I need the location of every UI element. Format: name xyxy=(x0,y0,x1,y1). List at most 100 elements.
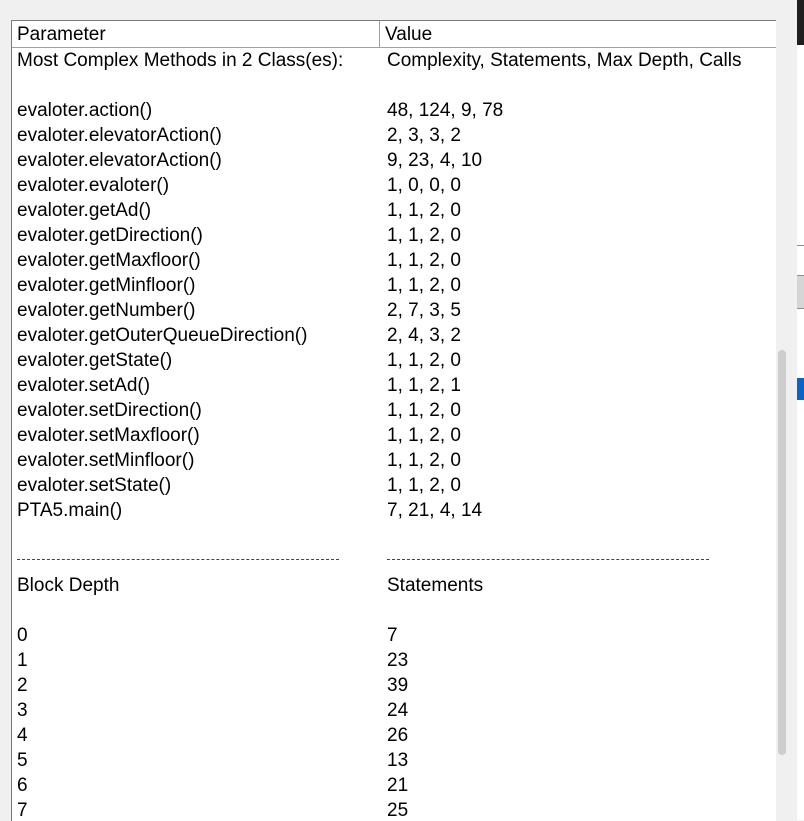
table-header: Parameter Value xyxy=(12,21,776,48)
method-metrics: 9, 23, 4, 10 xyxy=(387,150,483,171)
table-row[interactable]: 6 21 xyxy=(12,773,776,798)
method-list: evaloter.action() 48, 124, 9, 78 evaloter.… xyxy=(12,98,776,523)
statement-count: 24 xyxy=(387,700,409,721)
summary-value: Complexity, Statements, Max Depth, Calls xyxy=(387,50,742,71)
table-row[interactable]: evaloter.setState() 1, 1, 2, 0 xyxy=(12,473,776,498)
block-depth: 0 xyxy=(17,625,28,646)
method-metrics: 1, 1, 2, 0 xyxy=(387,250,461,271)
method-name: evaloter.setAd() xyxy=(17,375,151,396)
method-metrics: 7, 21, 4, 14 xyxy=(387,500,483,521)
table-row-blank xyxy=(12,523,776,548)
method-metrics: 2, 4, 3, 2 xyxy=(387,325,461,346)
table-row[interactable]: evaloter.elevatorAction() 2, 3, 3, 2 xyxy=(12,123,776,148)
method-metrics: 1, 1, 2, 0 xyxy=(387,475,461,496)
summary-parameter: Most Complex Methods in 2 Class(es): xyxy=(17,50,344,71)
table-row-summary[interactable]: Most Complex Methods in 2 Class(es): Com… xyxy=(12,48,776,73)
table-row[interactable]: 1 23 xyxy=(12,648,776,673)
table-row[interactable]: PTA5.main() 7, 21, 4, 14 xyxy=(12,498,776,523)
table-row[interactable]: 4 26 xyxy=(12,723,776,748)
table-row-blank xyxy=(12,598,776,623)
method-metrics: 2, 7, 3, 5 xyxy=(387,300,461,321)
background-selection-edge xyxy=(797,378,804,400)
table-row-separator xyxy=(12,548,776,573)
method-metrics: 1, 1, 2, 0 xyxy=(387,225,461,246)
separator-line xyxy=(387,548,709,561)
method-name: evaloter.elevatorAction() xyxy=(17,150,222,171)
table-row-block-depth-header[interactable]: Block Depth Statements xyxy=(12,573,776,598)
metrics-window: Parameter Value Most Complex Methods in … xyxy=(0,0,804,821)
separator-line xyxy=(17,548,339,561)
method-metrics: 1, 0, 0, 0 xyxy=(387,175,461,196)
method-metrics: 2, 3, 3, 2 xyxy=(387,125,461,146)
statements-label: Statements xyxy=(387,575,484,596)
table-row[interactable]: evaloter.getAd() 1, 1, 2, 0 xyxy=(12,198,776,223)
block-depth: 5 xyxy=(17,750,28,771)
table-row[interactable]: 5 13 xyxy=(12,748,776,773)
method-name: evaloter.getState() xyxy=(17,350,173,371)
statement-count: 13 xyxy=(387,750,409,771)
table-row[interactable]: evaloter.getNumber() 2, 7, 3, 5 xyxy=(12,298,776,323)
background-window-titlebar xyxy=(797,0,804,45)
scrollbar-thumb[interactable] xyxy=(778,350,786,755)
method-name: evaloter.evaloter() xyxy=(17,175,170,196)
statement-count: 23 xyxy=(387,650,409,671)
table-row[interactable]: evaloter.setMinfloor() 1, 1, 2, 0 xyxy=(12,448,776,473)
method-name: evaloter.setState() xyxy=(17,475,172,496)
block-depth-list: 0 7 1 23 2 39 3 24 4 26 5 13 6 21 7 25 xyxy=(12,623,776,821)
column-header-value[interactable]: Value xyxy=(380,21,776,47)
method-name: evaloter.elevatorAction() xyxy=(17,125,222,146)
method-metrics: 1, 1, 2, 0 xyxy=(387,400,461,421)
method-name: evaloter.setMinfloor() xyxy=(17,450,195,471)
method-name: evaloter.getOuterQueueDirection() xyxy=(17,325,308,346)
table-row[interactable]: evaloter.getDirection() 1, 1, 2, 0 xyxy=(12,223,776,248)
background-divider xyxy=(797,245,804,246)
method-metrics: 1, 1, 2, 0 xyxy=(387,425,461,446)
method-name: PTA5.main() xyxy=(17,500,123,521)
method-metrics: 1, 1, 2, 0 xyxy=(387,275,461,296)
vertical-scrollbar[interactable] xyxy=(776,20,788,820)
method-metrics: 1, 1, 2, 0 xyxy=(387,200,461,221)
method-name: evaloter.getAd() xyxy=(17,200,152,221)
table-row[interactable]: evaloter.action() 48, 124, 9, 78 xyxy=(12,98,776,123)
table-row[interactable]: evaloter.elevatorAction() 9, 23, 4, 10 xyxy=(12,148,776,173)
block-depth-label: Block Depth xyxy=(17,575,120,596)
method-name: evaloter.setMaxfloor() xyxy=(17,425,200,446)
method-metrics: 1, 1, 2, 1 xyxy=(387,375,461,396)
background-window-edge xyxy=(797,0,804,820)
block-depth: 6 xyxy=(17,775,28,796)
method-name: evaloter.getMaxfloor() xyxy=(17,250,201,271)
table-row[interactable]: evaloter.getMinfloor() 1, 1, 2, 0 xyxy=(12,273,776,298)
statement-count: 25 xyxy=(387,800,409,821)
method-metrics: 48, 124, 9, 78 xyxy=(387,100,504,121)
table-row[interactable]: evaloter.setDirection() 1, 1, 2, 0 xyxy=(12,398,776,423)
table-row[interactable]: 2 39 xyxy=(12,673,776,698)
statement-count: 39 xyxy=(387,675,409,696)
method-name: evaloter.action() xyxy=(17,100,153,121)
table-row[interactable]: evaloter.setAd() 1, 1, 2, 1 xyxy=(12,373,776,398)
metrics-table[interactable]: Parameter Value Most Complex Methods in … xyxy=(11,20,776,821)
block-depth: 3 xyxy=(17,700,28,721)
column-header-parameter[interactable]: Parameter xyxy=(12,21,380,47)
method-name: evaloter.getMinfloor() xyxy=(17,275,196,296)
table-row[interactable]: 3 24 xyxy=(12,698,776,723)
block-depth: 1 xyxy=(17,650,28,671)
statement-count: 21 xyxy=(387,775,409,796)
table-row[interactable]: evaloter.setMaxfloor() 1, 1, 2, 0 xyxy=(12,423,776,448)
method-name: evaloter.getNumber() xyxy=(17,300,196,321)
method-metrics: 1, 1, 2, 0 xyxy=(387,350,461,371)
method-name: evaloter.setDirection() xyxy=(17,400,202,421)
block-depth: 4 xyxy=(17,725,28,746)
statement-count: 7 xyxy=(387,625,398,646)
method-metrics: 1, 1, 2, 0 xyxy=(387,450,461,471)
background-panel-edge xyxy=(797,275,804,309)
table-row-blank xyxy=(12,73,776,98)
table-row[interactable]: 07 xyxy=(12,623,776,648)
method-name: evaloter.getDirection() xyxy=(17,225,203,246)
block-depth: 7 xyxy=(17,800,28,821)
table-row[interactable]: evaloter.getState() 1, 1, 2, 0 xyxy=(12,348,776,373)
table-row[interactable]: evaloter.getOuterQueueDirection() 2, 4, 3… xyxy=(12,323,776,348)
table-row[interactable]: evaloter.evaloter() 1, 0, 0, 0 xyxy=(12,173,776,198)
table-row[interactable]: 7 25 xyxy=(12,798,776,821)
table-row[interactable]: evaloter.getMaxfloor() 1, 1, 2, 0 xyxy=(12,248,776,273)
table-body: Most Complex Methods in 2 Class(es): Com… xyxy=(12,48,776,821)
